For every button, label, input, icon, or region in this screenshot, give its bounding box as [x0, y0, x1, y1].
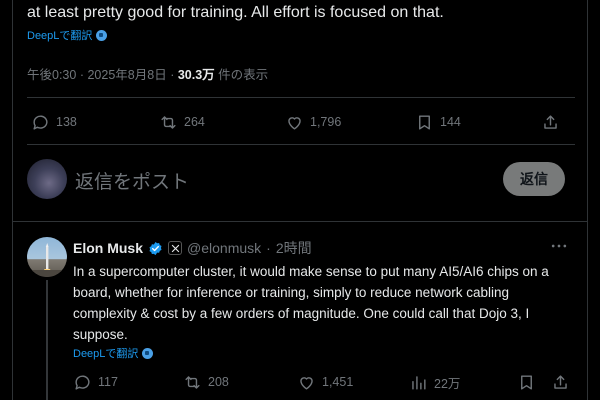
share-icon — [544, 114, 557, 129]
reply-icon — [75, 374, 90, 390]
share-button[interactable] — [541, 113, 560, 132]
reply-button[interactable]: 117 — [73, 373, 118, 392]
repost-count: 208 — [208, 375, 229, 389]
author-avatar[interactable] — [27, 237, 67, 277]
bookmark-button[interactable] — [517, 373, 536, 392]
verified-badge-icon — [149, 241, 162, 255]
share-icon — [554, 374, 567, 389]
like-count: 1,451 — [322, 375, 354, 389]
analytics-icon — [412, 375, 426, 390]
tweet-date[interactable]: 2025年8月8日 — [87, 68, 166, 82]
repost-button[interactable]: 208 — [183, 373, 229, 392]
tweet-action-bar: 138 264 1,796 144 — [31, 110, 571, 134]
more-options-button[interactable] — [549, 236, 569, 261]
bookmark-icon — [521, 374, 532, 390]
header-separator: · — [266, 240, 271, 256]
x-affiliate-icon[interactable] — [168, 241, 183, 255]
translate-link[interactable]: DeepLで翻訳 — [27, 27, 108, 43]
meta-separator: · — [170, 68, 175, 82]
divider — [27, 144, 575, 145]
author-name[interactable]: Elon Musk — [73, 240, 143, 256]
reply-count: 138 — [56, 115, 77, 129]
repost-icon — [161, 115, 176, 129]
reply-translate-link[interactable]: DeepLで翻訳 — [73, 345, 154, 361]
divider — [13, 221, 587, 222]
reply-icon — [33, 114, 48, 130]
reply-action-bar: 117 208 1,451 22万 — [73, 371, 573, 393]
tweet-meta: 午後0:30 · 2025年8月8日 · 30.3万 件の表示 — [27, 64, 268, 83]
reply-text: In a supercomputer cluster, it would mak… — [73, 264, 549, 342]
divider — [27, 97, 575, 98]
reply-header: Elon Musk @elonmusk · 2時間 — [73, 238, 312, 258]
heart-icon — [288, 116, 301, 130]
x-logo-icon — [171, 244, 179, 252]
bookmark-count: 144 — [440, 115, 461, 129]
meta-separator: · — [79, 68, 84, 82]
translate-label: DeepLで翻訳 — [27, 30, 93, 42]
views-count: 22万 — [434, 376, 461, 391]
heart-icon — [300, 376, 313, 390]
current-user-avatar[interactable] — [27, 159, 67, 199]
deepl-icon — [96, 29, 108, 41]
author-handle[interactable]: @elonmusk — [187, 240, 261, 256]
tweet-time[interactable]: 午後0:30 — [27, 68, 76, 82]
reply-input[interactable]: 返信をポスト — [75, 167, 189, 194]
timeline-column: at least pretty good for training. All e… — [12, 0, 588, 400]
repost-button[interactable]: 264 — [159, 113, 205, 132]
repost-count: 264 — [184, 115, 205, 129]
bookmark-icon — [419, 114, 430, 130]
thread-connector — [46, 280, 48, 400]
rocket-launch-icon — [27, 243, 67, 277]
deepl-icon — [142, 347, 154, 359]
repost-icon — [185, 375, 200, 389]
like-button[interactable]: 1,451 — [297, 373, 353, 392]
tweet-views-count: 30.3万 — [177, 68, 215, 82]
like-button[interactable]: 1,796 — [285, 113, 341, 132]
views-button[interactable]: 22万 — [409, 373, 460, 392]
more-icon — [551, 244, 567, 248]
tweet-text: at least pretty good for training. All e… — [27, 4, 444, 21]
reply-time[interactable]: 2時間 — [276, 238, 312, 258]
reply-button[interactable]: 138 — [31, 113, 77, 132]
share-button[interactable] — [551, 373, 570, 392]
translate-label: DeepLで翻訳 — [73, 348, 139, 360]
reply-count: 117 — [98, 375, 118, 389]
tweet-views-suffix: 件の表示 — [218, 68, 269, 82]
like-count: 1,796 — [310, 115, 342, 129]
bookmark-button[interactable]: 144 — [415, 113, 461, 132]
reply-submit-button[interactable]: 返信 — [503, 162, 565, 196]
